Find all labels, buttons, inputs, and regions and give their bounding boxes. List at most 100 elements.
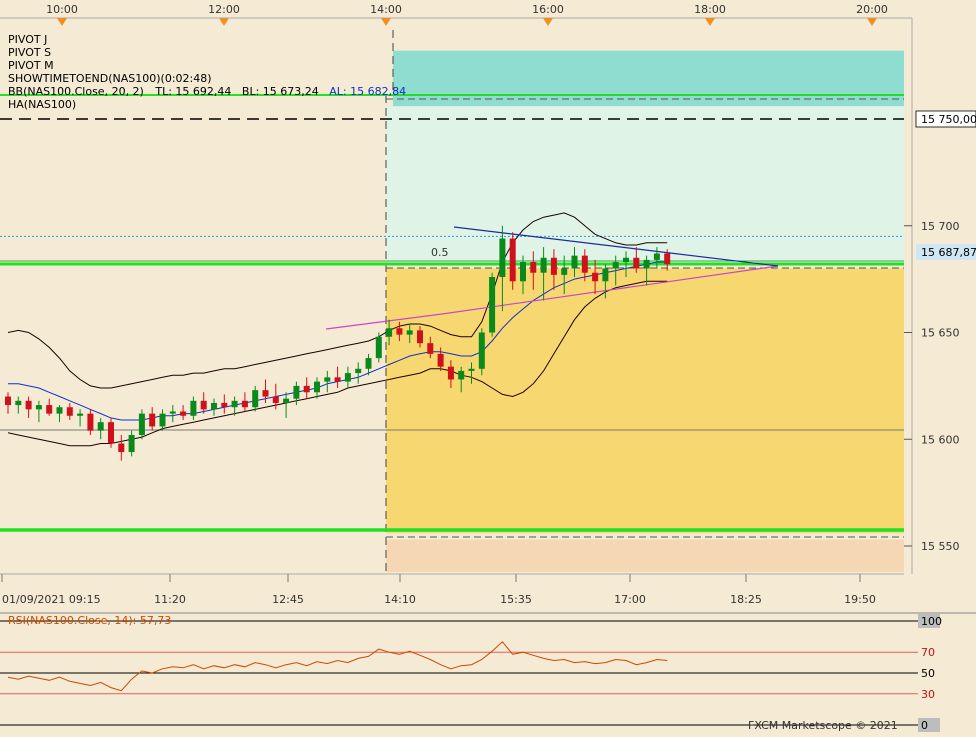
rsi-level-label: 70 [921,646,935,659]
top-axis-label: 14:00 [370,3,402,16]
candle-body [97,422,104,431]
fib-label: 0.5 [431,246,449,259]
candle-body [303,385,310,393]
price-label-15750: 15 750,00 [921,113,976,126]
candle-body [375,336,382,359]
candle-body [427,343,434,354]
candle-body [520,262,526,282]
top-axis-label: 20:00 [856,3,888,16]
top-axis-label: 12:00 [208,3,240,16]
candle-body [190,400,197,416]
bottom-axis-label: 14:10 [384,593,416,606]
candle-body [77,413,84,416]
candle-body [324,377,331,382]
candle-body [200,400,207,410]
candle-body [128,434,135,453]
top-axis-label: 16:00 [532,3,564,16]
candle-body [458,370,465,380]
price-tick-label: 15 550 [921,540,960,553]
top-axis-label: 18:00 [694,3,726,16]
candle-body [581,255,588,273]
bottom-axis-label: 17:00 [614,593,646,606]
chart-stage: 15 550 15 600 15 650 15 700 15 750,00 15 687,… [0,0,976,733]
bottom-axis-label: 12:45 [272,593,304,606]
legend-pivot-j: PIVOT J [8,33,47,46]
legend-bb-label: BB(NAS100.Close, 20, 2) [8,85,144,98]
candle-body [314,381,320,393]
zone-mint [386,106,904,265]
candle-body [241,400,248,408]
candle-body [5,396,11,406]
price-chart[interactable]: 15 550 15 600 15 650 15 700 15 750,00 15 687,… [0,0,976,733]
candle-body [169,411,176,414]
candle-body [550,257,557,275]
zone-yellow [386,268,904,534]
candle-body [365,358,372,369]
candle-body [211,402,217,410]
candle-body [447,366,454,380]
bottom-axis-label: 11:20 [154,593,186,606]
candle-body [334,377,341,382]
price-tick-label: 15 650 [921,327,960,340]
candle-body [571,255,578,269]
rsi-level-label: 30 [921,688,935,701]
candle-body [478,332,485,369]
candle-body [118,443,125,453]
candle-body [489,276,496,333]
legend-bb-al: AL: 15 682,84 [329,85,406,98]
candle-body [283,398,290,403]
current-price-label: 15 687,87 [921,246,976,259]
rsi-level-label: 100 [921,615,942,628]
legend-ha: HA(NAS100) [8,98,76,111]
legend-pivot-m: PIVOT M [8,59,54,72]
candle-body [633,257,640,269]
zone-peach [386,539,904,572]
candle-body [159,413,166,427]
candle-body [15,400,22,406]
candle-body [643,259,650,269]
bottom-axis-label: 01/09/2021 09:15 [2,593,101,606]
candle-body [56,407,63,414]
candle-body [231,400,238,408]
bottom-axis-label: 19:50 [844,593,876,606]
legend-pivot-s: PIVOT S [8,46,51,59]
candle-body [46,405,53,414]
candle-body [417,330,423,344]
candle-body [355,368,362,374]
price-tick-label: 15 600 [921,433,960,446]
legend-bb-bl: BL: 15 673,24 [242,85,319,98]
price-axis: 15 550 15 600 15 650 15 700 15 750,00 15 687,… [904,18,976,574]
price-tick-label: 15 700 [921,220,960,233]
legend-showtime: SHOWTIMETOEND(NAS100)(0:02:48) [8,72,212,85]
legend-bb-tl: TL: 15 692,44 [154,85,231,98]
candle-body [623,257,629,263]
candle-body [87,413,94,431]
price-axis-bg [904,18,976,574]
rsi-label: RSI(NAS100.Close, 14): 57,73 [8,614,171,627]
candle-body [108,422,114,444]
candle-body [252,390,259,408]
candle-body [561,268,568,275]
candle-body [540,257,547,273]
bottom-axis-label: 18:25 [730,593,762,606]
candle-body [344,373,351,382]
top-axis-bg [0,0,976,18]
candle-body [180,411,187,416]
candle-body [396,328,403,335]
rsi-level-label: 0 [921,719,928,732]
candle-body [386,328,393,337]
candle-body [499,238,506,277]
candle-body [25,400,32,410]
candle-body [138,413,145,435]
candle-body [406,330,413,335]
candle-body [272,396,279,403]
zone-teal [393,50,904,107]
candle-body [66,407,73,416]
top-axis-label: 10:00 [46,3,78,16]
candle-body [653,253,660,260]
candle-body [221,402,228,408]
bottom-axis-label: 15:35 [500,593,532,606]
candle-body [530,262,537,273]
candle-body [437,353,444,367]
candle-body [612,262,619,269]
